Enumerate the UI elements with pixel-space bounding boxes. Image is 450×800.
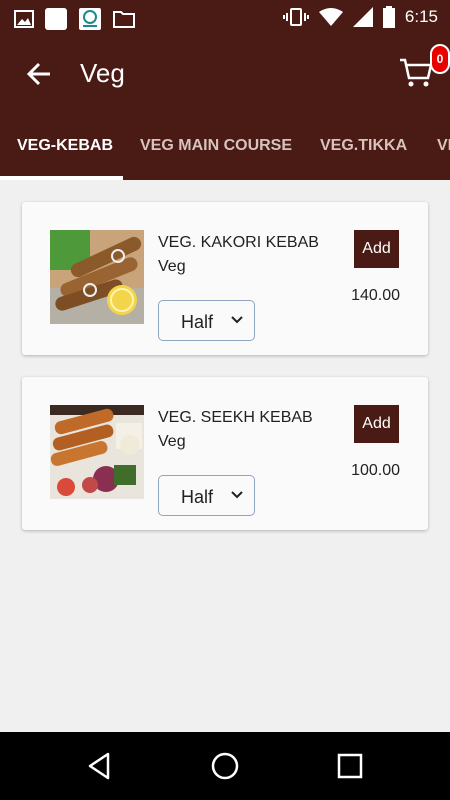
item-name: VEG. SEEKH KEBAB (158, 409, 313, 426)
tab-veg-tikka[interactable]: VEG.TIKKA (320, 112, 407, 180)
app-logo-icon (79, 8, 101, 30)
portion-value: Half (181, 312, 214, 332)
add-button[interactable]: Add (354, 405, 399, 443)
gallery-icon (14, 10, 34, 28)
tab-ve[interactable]: VE (437, 112, 450, 180)
nav-recents-button[interactable] (334, 750, 366, 782)
item-price: 140.00 (351, 287, 400, 304)
page-title: Veg (80, 58, 125, 88)
signal-icon (352, 7, 373, 27)
circle-home-icon (211, 752, 239, 780)
folder-icon (113, 11, 135, 28)
square-recents-icon (337, 753, 363, 779)
portion-select[interactable]: Half (158, 475, 255, 516)
item-category: Veg (158, 433, 186, 450)
status-bar: 6:15 (0, 0, 450, 36)
app-bar: Veg 0 (0, 36, 450, 112)
item-category: Veg (158, 258, 186, 275)
cart-count-badge: 0 (430, 44, 450, 74)
item-price: 100.00 (351, 462, 400, 479)
item-image (50, 405, 144, 499)
arrow-left-icon (26, 62, 50, 86)
add-button[interactable]: Add (354, 230, 399, 268)
vibrate-icon (282, 8, 309, 26)
back-button[interactable] (22, 56, 58, 92)
chevron-down-icon (231, 316, 243, 324)
menu-item-card: VEG. SEEKH KEBAB Veg Add 100.00 Half (22, 377, 428, 530)
active-tab-indicator (0, 176, 123, 180)
triangle-back-icon (88, 752, 110, 780)
item-image (50, 230, 144, 324)
chevron-down-icon (231, 491, 243, 499)
status-time: 6:15 (404, 7, 438, 26)
cart-icon (400, 58, 433, 87)
nav-back-button[interactable] (84, 750, 116, 782)
nav-home-button[interactable] (209, 750, 241, 782)
battery-icon (382, 6, 395, 28)
menu-item-card: VEG. KAKORI KEBAB Veg Add 140.00 Half (22, 202, 428, 355)
category-tabs: VEG-KEBAB VEG MAIN COURSE VEG.TIKKA VE (0, 112, 450, 180)
portion-value: Half (181, 487, 214, 507)
wifi-icon (318, 8, 343, 26)
white-square-icon (45, 8, 67, 30)
system-nav-bar (0, 732, 450, 800)
item-name: VEG. KAKORI KEBAB (158, 234, 319, 251)
tab-veg-kebab[interactable]: VEG-KEBAB (17, 112, 113, 180)
portion-select[interactable]: Half (158, 300, 255, 341)
tab-veg-main-course[interactable]: VEG MAIN COURSE (140, 112, 292, 180)
